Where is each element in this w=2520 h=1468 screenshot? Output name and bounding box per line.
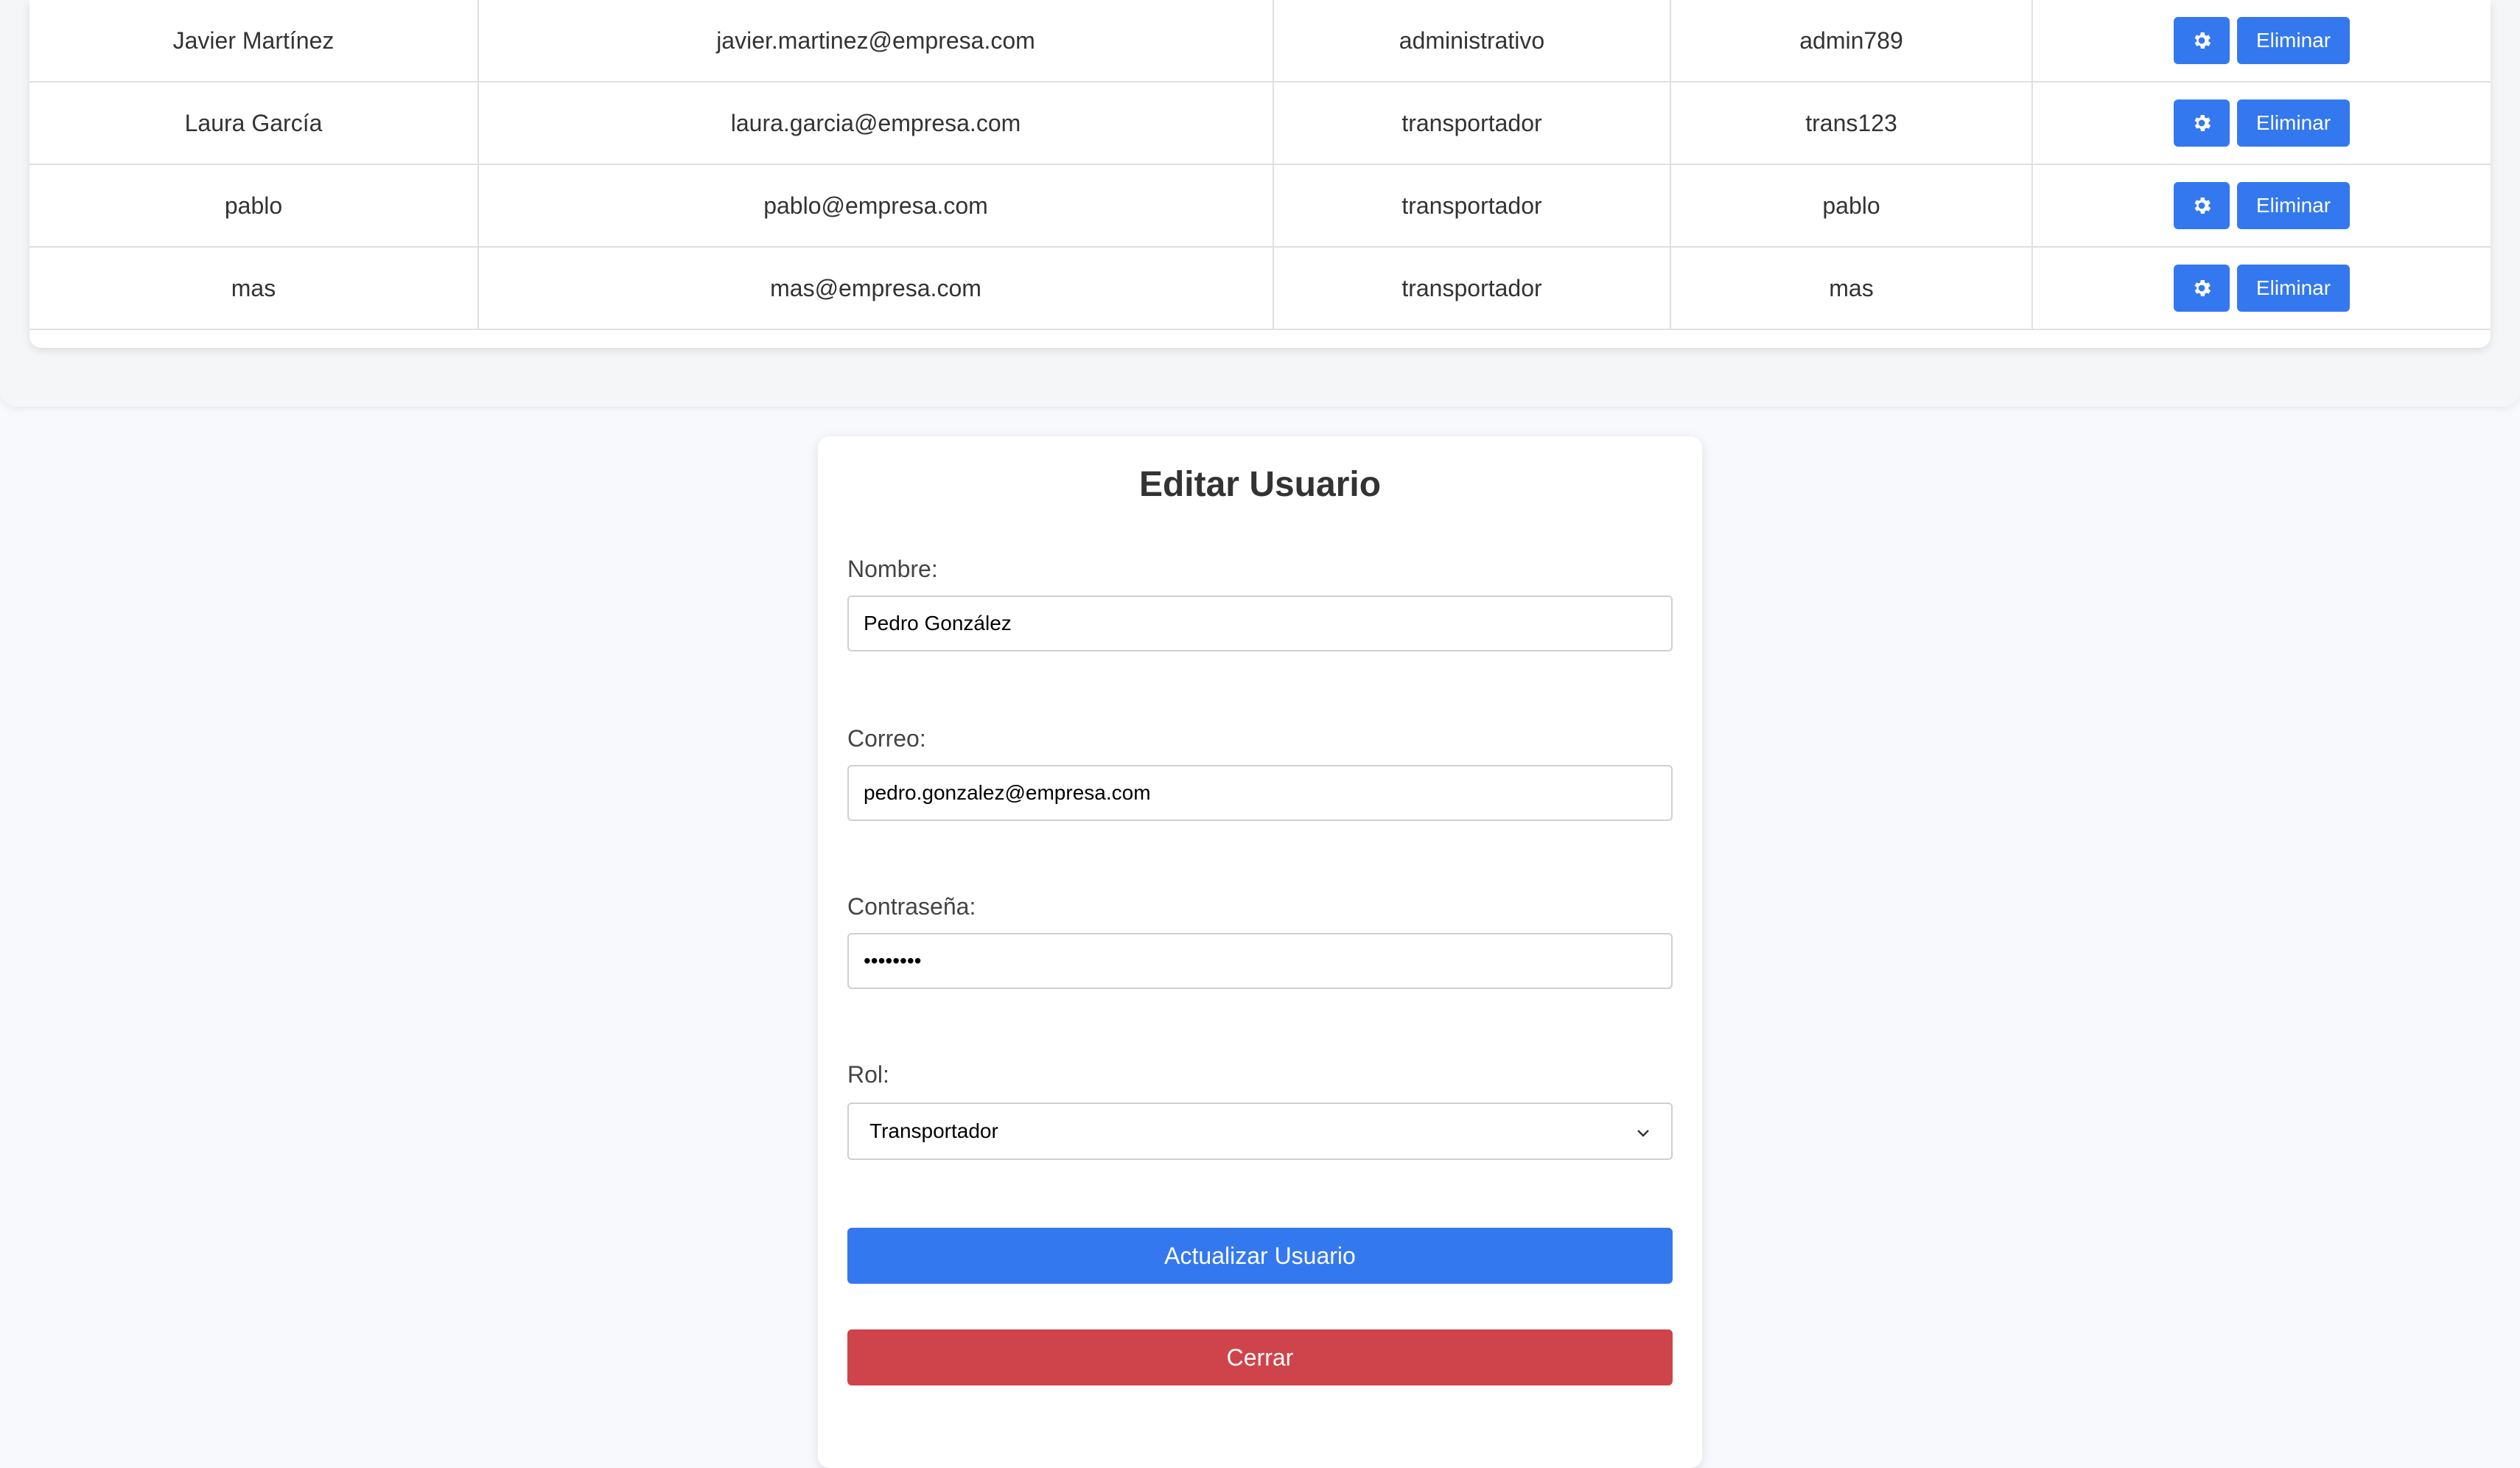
update-user-button[interactable]: Actualizar Usuario xyxy=(847,1228,1673,1284)
cell-actions: Eliminar xyxy=(2032,0,2491,83)
cell-actions: Eliminar xyxy=(2032,246,2491,330)
role-label: Rol: xyxy=(847,1061,889,1088)
delete-user-button[interactable]: Eliminar xyxy=(2236,17,2351,64)
cell-role: administrativo xyxy=(1273,0,1671,83)
table-row: mas mas@empresa.com transportador mas Elimin… xyxy=(29,246,2491,330)
name-label: Nombre: xyxy=(847,556,938,582)
cell-name: Javier Martínez xyxy=(29,0,479,83)
row-actions: Eliminar xyxy=(2033,17,2491,64)
cell-role: transportador xyxy=(1273,81,1671,165)
cell-email: laura.garcia@empresa.com xyxy=(478,81,1274,165)
cell-name: Laura García xyxy=(29,81,479,165)
close-button[interactable]: Cerrar xyxy=(847,1329,1673,1385)
delete-user-button[interactable]: Eliminar xyxy=(2236,182,2351,229)
cell-role: transportador xyxy=(1273,246,1671,330)
cell-name: mas xyxy=(29,246,479,330)
edit-user-button[interactable] xyxy=(2173,17,2230,64)
edit-user-button[interactable] xyxy=(2173,182,2230,229)
cell-email: mas@empresa.com xyxy=(478,246,1274,330)
users-table-card: Javier Martínez javier.martinez@empresa.c… xyxy=(29,0,2491,348)
cell-actions: Eliminar xyxy=(2032,164,2491,248)
edit-user-button[interactable] xyxy=(2173,99,2230,147)
table-row: Javier Martínez javier.martinez@empresa.c… xyxy=(29,0,2491,83)
email-input[interactable]: pedro.gonzalez@empresa.com xyxy=(847,765,1673,821)
email-label: Correo: xyxy=(847,725,926,752)
cell-password: trans123 xyxy=(1670,81,2033,165)
name-input[interactable]: Pedro González xyxy=(847,595,1673,651)
row-actions: Eliminar xyxy=(2033,182,2491,229)
cell-actions: Eliminar xyxy=(2032,81,2491,165)
delete-user-button[interactable]: Eliminar xyxy=(2236,265,2351,312)
users-panel: Javier Martínez javier.martinez@empresa.c… xyxy=(0,0,2520,407)
role-select[interactable]: Transportador xyxy=(847,1102,1673,1160)
gear-icon xyxy=(2191,277,2213,299)
password-label: Contraseña: xyxy=(847,893,976,920)
users-table: Javier Martínez javier.martinez@empresa.c… xyxy=(29,0,2491,330)
edit-user-title: Editar Usuario xyxy=(1138,465,1382,504)
cell-password: pablo xyxy=(1670,164,2033,248)
cell-email: javier.martinez@empresa.com xyxy=(478,0,1274,83)
table-row: Laura García laura.garcia@empresa.com tran… xyxy=(29,81,2491,165)
cell-email: pablo@empresa.com xyxy=(478,164,1274,248)
chevron-down-icon xyxy=(1636,1119,1651,1143)
cell-role: transportador xyxy=(1273,164,1671,248)
gear-icon xyxy=(2191,195,2213,217)
cell-password: mas xyxy=(1670,246,2033,330)
table-row: pablo pablo@empresa.com transportador pablo… xyxy=(29,164,2491,248)
edit-user-button[interactable] xyxy=(2173,265,2230,312)
edit-user-card: Editar Usuario Nombre: Pedro González Co… xyxy=(818,436,1702,1468)
gear-icon xyxy=(2191,112,2213,134)
password-input[interactable]: •••••••• xyxy=(847,933,1673,989)
gear-icon xyxy=(2191,29,2213,52)
delete-user-button[interactable]: Eliminar xyxy=(2236,99,2351,147)
cell-password: admin789 xyxy=(1670,0,2033,83)
row-actions: Eliminar xyxy=(2033,99,2491,147)
role-selected-value: Transportador xyxy=(869,1119,998,1142)
row-actions: Eliminar xyxy=(2033,265,2491,312)
cell-name: pablo xyxy=(29,164,479,248)
